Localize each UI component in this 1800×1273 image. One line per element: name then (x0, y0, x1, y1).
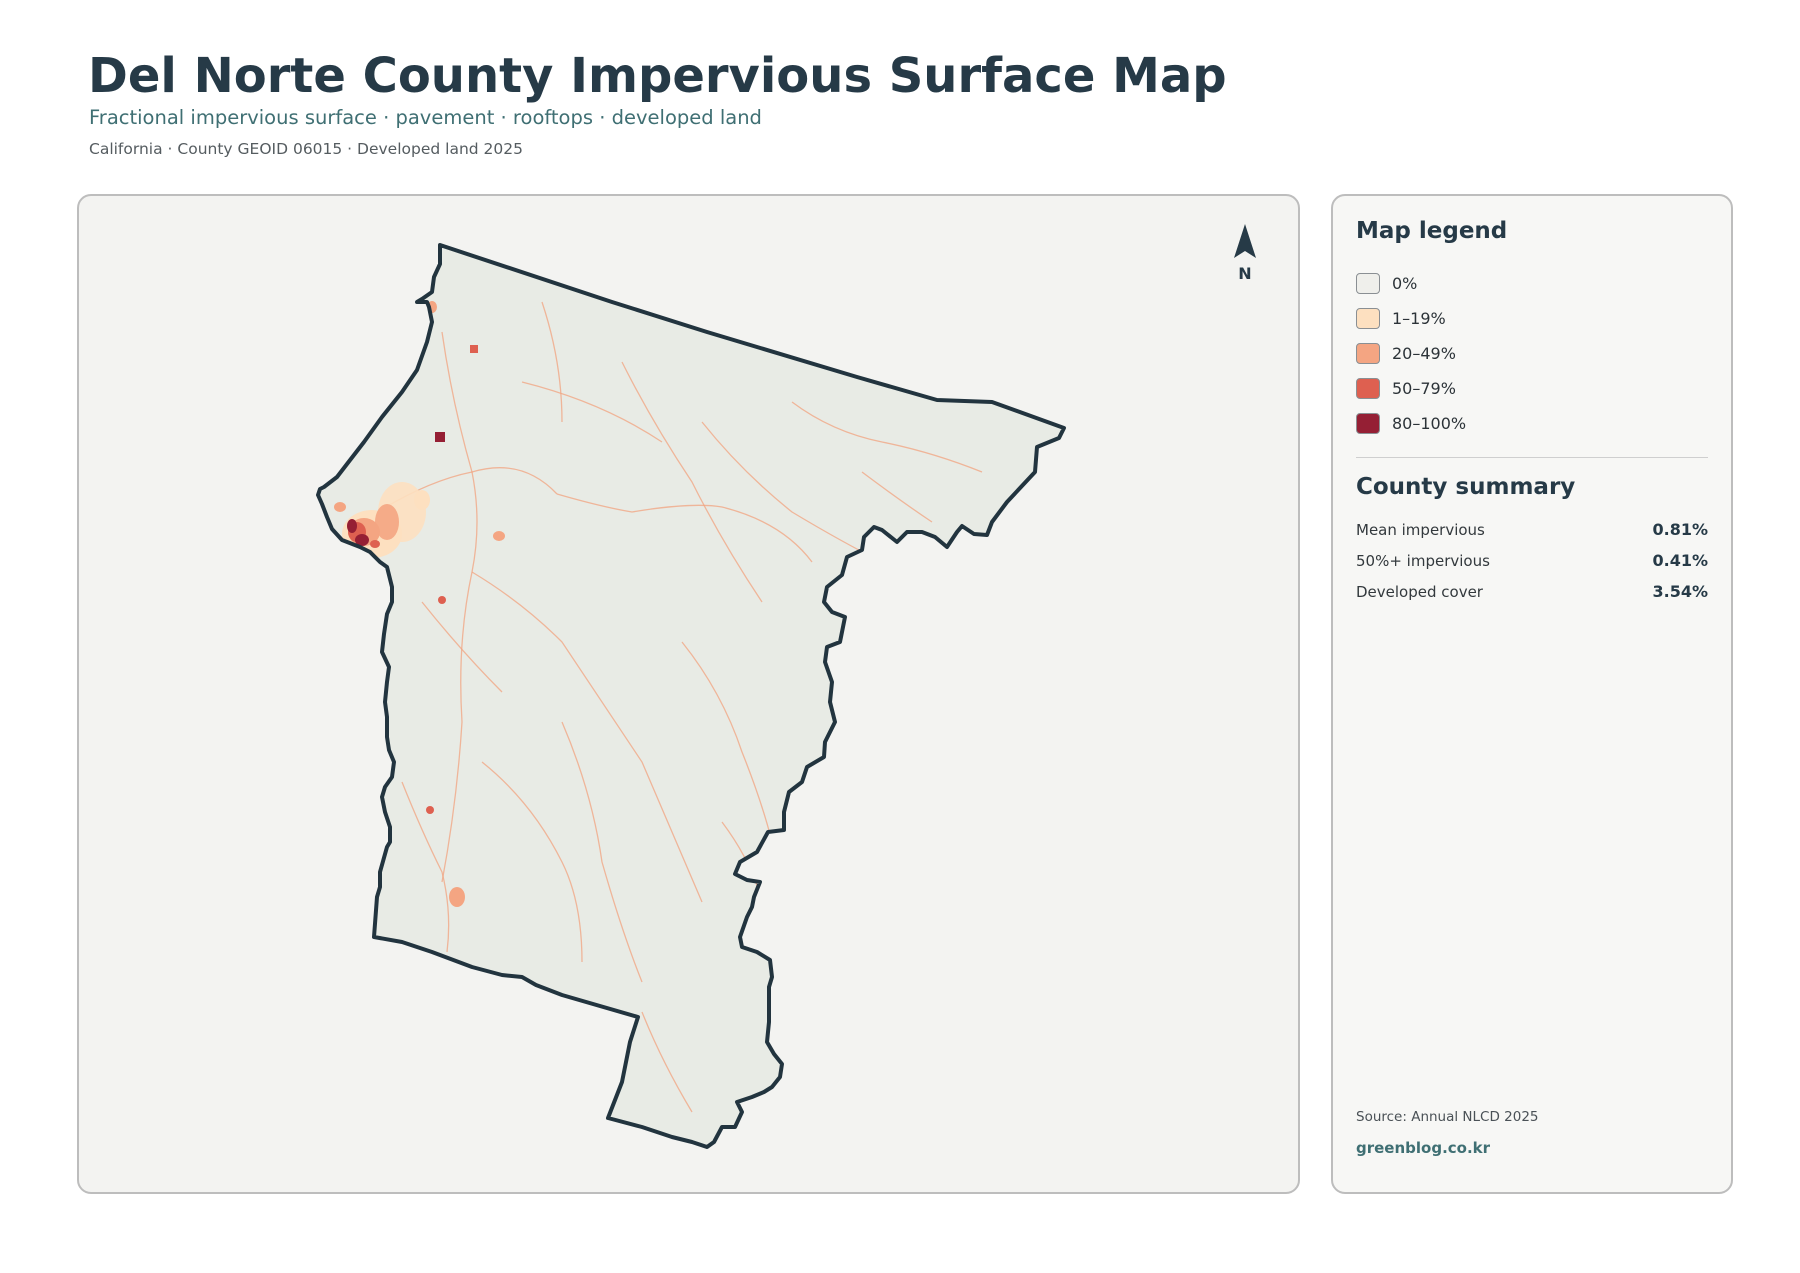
town-patch-hiouchi (493, 531, 505, 541)
page-title: Del Norte County Impervious Surface Map (88, 48, 1227, 104)
panel-divider (1356, 457, 1708, 458)
county-map[interactable] (79, 196, 1300, 1194)
legend-swatch (1356, 308, 1380, 329)
page-meta: California · County GEOID 06015 · Develo… (89, 140, 523, 158)
legend-item: 20–49% (1356, 336, 1466, 371)
source-note: Source: Annual NLCD 2025 (1356, 1109, 1539, 1125)
summary-label: Developed cover (1356, 582, 1483, 601)
town-patch-klamath-north (426, 806, 434, 814)
legend-swatch (1356, 378, 1380, 399)
side-panel: Map legend 0% 1–19% 20–49% 50–79% 80–100… (1331, 194, 1733, 1194)
legend-list: 0% 1–19% 20–49% 50–79% 80–100% (1356, 266, 1466, 441)
north-arrow: N (1219, 222, 1271, 286)
summary-list: Mean impervious 0.81% 50%+ impervious 0.… (1356, 514, 1708, 607)
county-shape[interactable] (318, 245, 1064, 1147)
summary-label: 50%+ impervious (1356, 551, 1490, 570)
legend-label: 20–49% (1392, 344, 1456, 363)
legend-swatch (1356, 273, 1380, 294)
summary-row: 50%+ impervious 0.41% (1356, 545, 1708, 576)
town-patch-smith-river (470, 345, 478, 353)
legend-label: 50–79% (1392, 379, 1456, 398)
legend-item: 50–79% (1356, 371, 1466, 406)
map-panel[interactable] (77, 194, 1300, 1194)
town-patch-south (438, 596, 446, 604)
legend-item: 1–19% (1356, 301, 1466, 336)
site-link[interactable]: greenblog.co.kr (1356, 1139, 1490, 1157)
legend-item: 0% (1356, 266, 1466, 301)
page-subtitle: Fractional impervious surface · pavement… (89, 106, 762, 129)
legend-swatch (1356, 343, 1380, 364)
summary-row: Developed cover 3.54% (1356, 576, 1708, 607)
summary-value: 3.54% (1652, 582, 1708, 601)
legend-title: Map legend (1356, 218, 1508, 244)
summary-value: 0.81% (1652, 520, 1708, 539)
airport-patch (435, 432, 445, 442)
north-arrow-label: N (1238, 264, 1252, 283)
legend-label: 0% (1392, 274, 1418, 293)
summary-label: Mean impervious (1356, 520, 1485, 539)
summary-title: County summary (1356, 474, 1576, 500)
legend-item: 80–100% (1356, 406, 1466, 441)
map-page: Del Norte County Impervious Surface Map … (0, 0, 1800, 1273)
legend-swatch (1356, 413, 1380, 434)
summary-row: Mean impervious 0.81% (1356, 514, 1708, 545)
town-patch-klamath (449, 887, 465, 907)
summary-value: 0.41% (1652, 551, 1708, 570)
legend-label: 80–100% (1392, 414, 1467, 433)
legend-label: 1–19% (1392, 309, 1446, 328)
north-arrow-icon (1234, 224, 1256, 258)
